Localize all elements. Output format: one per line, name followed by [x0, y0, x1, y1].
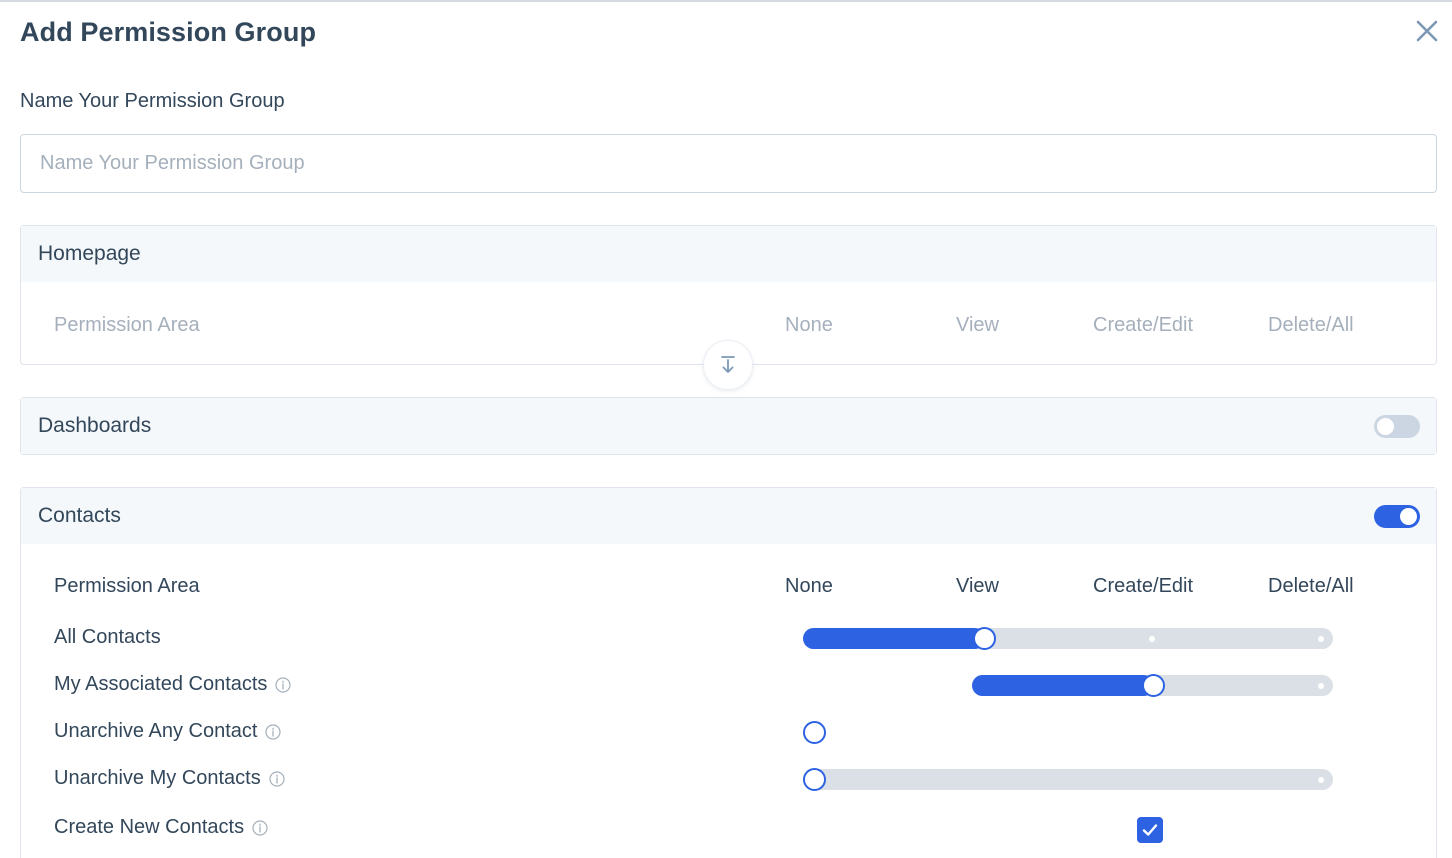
toggle-knob [1400, 508, 1417, 525]
permission-row-label: Unarchive My Contacts [54, 767, 285, 790]
slider-fill [803, 628, 985, 649]
checkmark-icon [1142, 824, 1158, 836]
column-permission-area: Permission Area [54, 314, 200, 336]
info-icon[interactable] [269, 770, 285, 787]
all-contacts-slider[interactable] [803, 627, 1333, 650]
column-view: View [956, 314, 999, 336]
permission-row-label: Create New Contacts [54, 816, 268, 839]
unarchive-any-contact-radio[interactable] [803, 721, 826, 744]
slider-handle[interactable] [973, 627, 996, 650]
contacts-toggle[interactable] [1374, 505, 1420, 528]
column-none: None [785, 314, 833, 336]
slider-stop [1318, 777, 1324, 783]
arrow-down-to-line-icon [721, 356, 735, 373]
slider-fill [972, 675, 1154, 696]
permission-row-label: My Associated Contacts [54, 673, 292, 696]
slider-stop [1318, 683, 1324, 689]
info-icon[interactable] [275, 676, 292, 693]
dialog-title: Add Permission Group [20, 17, 317, 47]
slider-stop [1318, 636, 1324, 642]
column-view: View [956, 575, 999, 597]
contacts-header[interactable]: Contacts [21, 488, 1436, 544]
slider-handle[interactable] [803, 768, 826, 791]
row-label-text: All Contacts [54, 626, 161, 648]
permission-row-label: Unarchive Any Contact [54, 720, 282, 743]
homepage-title: Homepage [38, 242, 141, 265]
unarchive-my-contacts-slider[interactable] [803, 768, 1333, 791]
close-button[interactable] [1414, 18, 1440, 44]
slider-stop [1149, 636, 1155, 642]
row-label-text: Create New Contacts [54, 816, 245, 838]
contacts-section: Contacts Permission Area None View Creat… [20, 487, 1437, 858]
expand-button[interactable] [703, 340, 753, 390]
row-label-text: My Associated Contacts [54, 673, 268, 695]
top-divider [0, 0, 1452, 2]
column-create-edit: Create/Edit [1093, 314, 1194, 336]
info-icon[interactable] [252, 819, 268, 836]
homepage-header[interactable]: Homepage [21, 226, 1436, 282]
permission-row-label: All Contacts [54, 626, 161, 649]
column-create-edit: Create/Edit [1093, 575, 1194, 597]
dashboards-header[interactable]: Dashboards [21, 398, 1436, 454]
slider-handle[interactable] [1142, 674, 1165, 697]
dashboards-title: Dashboards [38, 414, 152, 437]
contacts-title: Contacts [38, 504, 121, 527]
info-icon[interactable] [265, 723, 282, 740]
column-delete-all: Delete/All [1268, 314, 1354, 336]
dashboards-toggle[interactable] [1374, 415, 1420, 438]
column-permission-area: Permission Area [54, 575, 200, 597]
row-label-text: Unarchive Any Contact [54, 720, 258, 742]
row-label-text: Unarchive My Contacts [54, 767, 261, 789]
column-none: None [785, 575, 833, 597]
group-name-input[interactable] [20, 134, 1437, 193]
column-delete-all: Delete/All [1268, 575, 1354, 597]
my-associated-contacts-slider[interactable] [972, 674, 1333, 697]
close-icon [1416, 20, 1438, 42]
group-name-label: Name Your Permission Group [20, 90, 285, 112]
create-new-contacts-checkbox[interactable] [1137, 817, 1163, 843]
dashboards-section: Dashboards [20, 397, 1437, 455]
toggle-knob [1377, 418, 1394, 435]
